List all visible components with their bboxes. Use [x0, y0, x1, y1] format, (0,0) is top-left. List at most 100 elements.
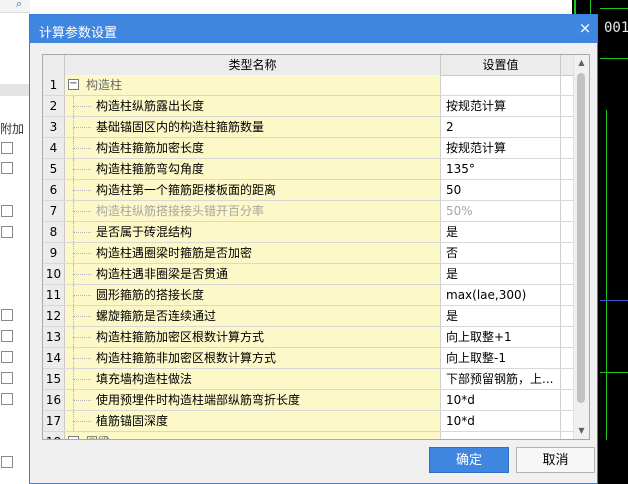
table-row[interactable]: 9 构造柱遇圈梁时箍筋是否加密 否: [43, 243, 573, 264]
header-type-name[interactable]: 类型名称: [65, 55, 441, 75]
setting-value-cell[interactable]: 135°: [441, 159, 561, 179]
table-row[interactable]: 14 构造柱箍筋非加密区根数计算方式 向上取整-1: [43, 348, 573, 369]
type-name-cell: 构造柱纵筋搭接接头错开百分率: [65, 201, 441, 221]
setting-value-cell: [441, 432, 561, 439]
close-icon[interactable]: ×: [575, 18, 595, 38]
grid-rows: 1− 构造柱 2 构造柱纵筋露出长度 按规范计算 3 基础锚固区内的构造柱箍筋数量 2 4 构造柱…: [43, 75, 573, 439]
calc-params-dialog: 计算参数设置 × 类型名称 设置值 1− 构造柱 2 构造柱纵筋露出长度 按规范计算 3 基…: [29, 14, 598, 484]
tree-branch: [73, 190, 91, 191]
background-column-label: 附加: [0, 122, 25, 136]
search-icon[interactable]: ⌕: [16, 0, 22, 11]
background-checkbox[interactable]: [1, 372, 13, 384]
table-row[interactable]: 15 填充墙构造柱做法 下部预留钢筋，上...: [43, 369, 573, 390]
tree-branch: [73, 211, 91, 212]
cancel-button[interactable]: 取消: [516, 447, 595, 473]
setting-value-cell[interactable]: 向上取整+1: [441, 327, 561, 347]
cad-line: [606, 110, 607, 440]
row-number: 18: [43, 432, 65, 439]
type-name-label: 构造柱箍筋非加密区根数计算方式: [96, 351, 277, 365]
setting-value-cell[interactable]: 向上取整-1: [441, 348, 561, 368]
type-name-label: 构造柱第一个箍筋距楼板面的距离: [96, 183, 277, 197]
row-number: 5: [43, 159, 65, 179]
type-name-cell: 构造柱箍筋加密区根数计算方式: [65, 327, 441, 347]
tree-branch: [73, 379, 91, 380]
background-checkbox[interactable]: [1, 309, 13, 321]
type-name-cell: 植筋锚固深度: [65, 411, 441, 431]
setting-value-cell[interactable]: 是: [441, 306, 561, 326]
collapse-icon[interactable]: −: [68, 436, 79, 439]
table-row[interactable]: 11 圆形箍筋的搭接长度 max(lae,300): [43, 285, 573, 306]
type-name-cell: 使用预埋件时构造柱端部纵筋弯折长度: [65, 390, 441, 410]
type-name-cell: 基础锚固区内的构造柱箍筋数量: [65, 117, 441, 137]
scroll-down-icon[interactable]: ▼: [574, 423, 589, 439]
tree-branch: [73, 127, 91, 128]
scroll-up-icon[interactable]: ▲: [574, 55, 589, 71]
background-checkbox[interactable]: [1, 330, 13, 342]
tree-branch: [73, 337, 91, 338]
table-row[interactable]: 17 植筋锚固深度 10*d: [43, 411, 573, 432]
setting-value-cell[interactable]: 否: [441, 243, 561, 263]
table-row[interactable]: 5 构造柱箍筋弯勾角度 135°: [43, 159, 573, 180]
tree-branch: [73, 400, 91, 401]
type-name-cell: 填充墙构造柱做法: [65, 369, 441, 389]
setting-value-cell[interactable]: 是: [441, 264, 561, 284]
table-row[interactable]: 16 使用预埋件时构造柱端部纵筋弯折长度 10*d: [43, 390, 573, 411]
type-name-label: 构造柱箍筋加密区根数计算方式: [96, 330, 265, 344]
tree-branch: [73, 232, 91, 233]
group-row[interactable]: 18− 圈梁: [43, 432, 573, 439]
type-name-label: 圈梁: [86, 432, 110, 439]
table-row[interactable]: 8 是否属于砖混结构 是: [43, 222, 573, 243]
type-name-cell: 构造柱遇非圈梁是否贯通: [65, 264, 441, 284]
background-checkbox[interactable]: [1, 226, 13, 238]
row-number: 17: [43, 411, 65, 431]
cad-line: [574, 0, 576, 14]
setting-value-cell[interactable]: 下部预留钢筋，上...: [441, 369, 561, 389]
row-number: 16: [43, 390, 65, 410]
background-checkbox[interactable]: [1, 205, 13, 217]
table-row[interactable]: 7 构造柱纵筋搭接接头错开百分率 50%: [43, 201, 573, 222]
header-setting-value[interactable]: 设置值: [441, 55, 561, 75]
background-checkbox[interactable]: [1, 351, 13, 363]
setting-value-cell[interactable]: 10*d: [441, 411, 561, 431]
dialog-title-bar[interactable]: 计算参数设置 ×: [30, 15, 597, 43]
type-name-cell: 构造柱箍筋加密长度: [65, 138, 441, 158]
header-row-number: [43, 55, 65, 75]
setting-value-cell[interactable]: 按规范计算: [441, 138, 561, 158]
confirm-button[interactable]: 确定: [429, 447, 509, 473]
cad-line: [600, 300, 628, 301]
row-number: 7: [43, 201, 65, 221]
table-row[interactable]: 13 构造柱箍筋加密区根数计算方式 向上取整+1: [43, 327, 573, 348]
tree-branch: [73, 148, 91, 149]
type-name-label: 构造柱纵筋露出长度: [96, 99, 205, 113]
table-row[interactable]: 3 基础锚固区内的构造柱箍筋数量 2: [43, 117, 573, 138]
type-name-label: 构造柱箍筋加密长度: [96, 141, 205, 155]
setting-value-cell[interactable]: 50: [441, 180, 561, 200]
setting-value-cell[interactable]: 2: [441, 117, 561, 137]
vertical-scrollbar[interactable]: ▲ ▼: [573, 55, 589, 439]
background-checkbox[interactable]: [1, 456, 13, 468]
group-row[interactable]: 1− 构造柱: [43, 75, 573, 96]
background-search-bar[interactable]: ⌕: [0, 0, 30, 13]
table-row[interactable]: 12 螺旋箍筋是否连续通过 是: [43, 306, 573, 327]
type-name-cell: − 圈梁: [65, 432, 441, 439]
dialog-title: 计算参数设置: [39, 26, 118, 41]
table-row[interactable]: 2 构造柱纵筋露出长度 按规范计算: [43, 96, 573, 117]
scroll-thumb[interactable]: [577, 73, 585, 403]
cad-viewport[interactable]: [598, 0, 628, 484]
background-checkbox[interactable]: [1, 393, 13, 405]
background-checkbox[interactable]: [1, 142, 13, 154]
table-row[interactable]: 6 构造柱第一个箍筋距楼板面的距离 50: [43, 180, 573, 201]
cad-text: 001: [604, 20, 628, 36]
row-number: 15: [43, 369, 65, 389]
setting-value-cell[interactable]: 是: [441, 222, 561, 242]
setting-value-cell[interactable]: max(lae,300): [441, 285, 561, 305]
background-checkbox[interactable]: [1, 162, 13, 174]
type-name-label: 基础锚固区内的构造柱箍筋数量: [96, 120, 265, 134]
setting-value-cell[interactable]: 按规范计算: [441, 96, 561, 116]
collapse-icon[interactable]: −: [68, 79, 79, 90]
setting-value-cell[interactable]: 10*d: [441, 390, 561, 410]
table-row[interactable]: 4 构造柱箍筋加密长度 按规范计算: [43, 138, 573, 159]
table-row[interactable]: 10 构造柱遇非圈梁是否贯通 是: [43, 264, 573, 285]
row-number: 12: [43, 306, 65, 326]
setting-value-cell[interactable]: 50%: [441, 201, 561, 221]
